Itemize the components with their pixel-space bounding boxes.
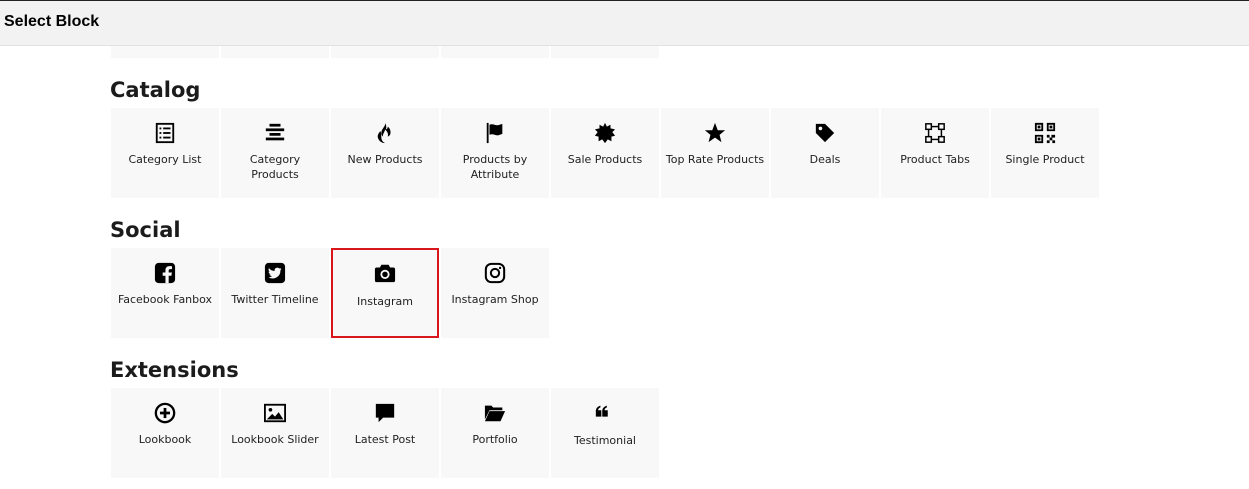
block-label: Deals: [809, 153, 841, 166]
facebook-icon: [111, 262, 219, 284]
instagram-icon: [441, 262, 549, 284]
block-facebook-fanbox[interactable]: Facebook Fanbox: [111, 248, 219, 338]
folder-open-icon: [441, 402, 549, 424]
twitter-icon: [221, 262, 329, 284]
block-instagram[interactable]: Instagram: [331, 248, 439, 338]
block-portfolio[interactable]: Portfolio: [441, 388, 549, 478]
block-lookbook-slider[interactable]: Lookbook Slider: [221, 388, 329, 478]
plus-circle-icon: [111, 402, 219, 424]
block-new-products[interactable]: New Products: [331, 108, 439, 198]
quote-icon: [551, 402, 659, 424]
block-label: Twitter Timeline: [231, 293, 319, 306]
block-category-list[interactable]: Category List: [111, 108, 219, 198]
block-label: Instagram Shop: [451, 293, 539, 306]
block-label: Category List: [128, 153, 202, 166]
scrolled-row-remnant: [111, 46, 659, 58]
tile-remnant[interactable]: [441, 46, 549, 58]
dialog-title: Select Block: [4, 13, 100, 30]
block-single-product[interactable]: Single Product: [991, 108, 1099, 198]
camera-icon: [331, 262, 439, 284]
tile-remnant[interactable]: [111, 46, 219, 58]
block-label: New Products: [347, 153, 423, 166]
block-label: Products by Attribute: [462, 153, 528, 181]
section-heading-extensions: Extensions: [110, 358, 239, 382]
block-label: Testimonial: [574, 434, 636, 447]
block-label: Facebook Fanbox: [117, 293, 213, 306]
block-label: Single Product: [1005, 153, 1085, 166]
align-center-icon: [221, 122, 329, 144]
section-heading-catalog: Catalog: [110, 78, 201, 102]
starburst-icon: [551, 122, 659, 144]
block-top-rate-products[interactable]: Top Rate Products: [661, 108, 769, 198]
block-testimonial[interactable]: Testimonial: [551, 388, 659, 478]
catalog-blocks: Category List Category Products New Prod…: [111, 108, 1099, 198]
vector-square-icon: [881, 122, 989, 144]
block-product-tabs[interactable]: Product Tabs: [881, 108, 989, 198]
fire-icon: [331, 122, 439, 144]
section-heading-social: Social: [110, 218, 181, 242]
block-products-by-attribute[interactable]: Products by Attribute: [441, 108, 549, 198]
tile-remnant[interactable]: [221, 46, 329, 58]
block-category-products[interactable]: Category Products: [221, 108, 329, 198]
comment-icon: [331, 402, 439, 424]
block-lookbook[interactable]: Lookbook: [111, 388, 219, 478]
block-label: Category Products: [249, 153, 301, 181]
block-label: Top Rate Products: [665, 153, 765, 166]
block-deals[interactable]: Deals: [771, 108, 879, 198]
dialog-header: Select Block: [0, 0, 1249, 46]
tile-remnant[interactable]: [551, 46, 659, 58]
star-icon: [661, 122, 769, 144]
list-icon: [111, 122, 219, 144]
tile-remnant[interactable]: [331, 46, 439, 58]
block-label: Instagram: [357, 295, 413, 308]
block-label: Lookbook: [138, 433, 192, 446]
block-instagram-shop[interactable]: Instagram Shop: [441, 248, 549, 338]
block-sale-products[interactable]: Sale Products: [551, 108, 659, 198]
image-icon: [221, 402, 329, 424]
block-twitter-timeline[interactable]: Twitter Timeline: [221, 248, 329, 338]
block-label: Latest Post: [354, 433, 416, 446]
block-label: Product Tabs: [900, 153, 970, 166]
social-blocks: Facebook Fanbox Twitter Timeline Instagr…: [111, 248, 549, 338]
block-label: Portfolio: [472, 433, 518, 446]
extensions-blocks: Lookbook Lookbook Slider Latest Post Por…: [111, 388, 659, 478]
block-label: Lookbook Slider: [231, 433, 319, 446]
tag-icon: [771, 122, 879, 144]
qrcode-icon: [991, 122, 1099, 144]
block-latest-post[interactable]: Latest Post: [331, 388, 439, 478]
flag-icon: [441, 122, 549, 144]
block-label: Sale Products: [567, 153, 643, 166]
